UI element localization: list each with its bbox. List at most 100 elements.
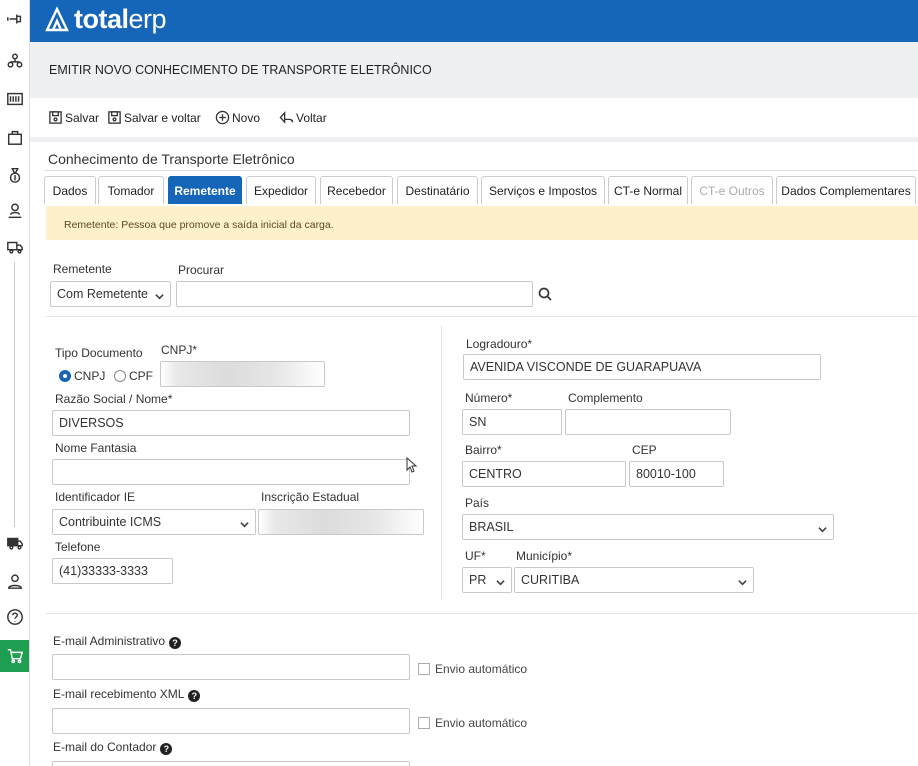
new-button[interactable]: Novo	[215, 110, 260, 125]
title-bar: EMITIR NOVO CONHECIMENTO DE TRANSPORTE E…	[30, 42, 918, 98]
org-icon[interactable]	[0, 48, 29, 74]
procurar-input[interactable]	[176, 281, 533, 307]
logradouro-label: Logradouro*	[466, 337, 533, 351]
procurar-label: Procurar	[178, 263, 225, 277]
chevron-down-icon	[738, 576, 747, 586]
app-logo[interactable]: total erp	[44, 4, 167, 35]
cep-input[interactable]	[629, 461, 724, 487]
back-label: Voltar	[296, 110, 327, 125]
uf-select[interactable]: PR	[462, 567, 512, 593]
logradouro-input[interactable]	[463, 354, 821, 380]
help-icon[interactable]: ?	[188, 690, 201, 702]
numero-input[interactable]	[462, 409, 562, 435]
municipio-value: CURITIBA	[521, 573, 580, 587]
identificador-ie-select[interactable]: Contribuinte ICMS	[52, 509, 256, 535]
tab-cte-normal[interactable]: CT-e Normal	[608, 176, 688, 204]
bag-icon[interactable]	[0, 124, 29, 150]
column-divider	[441, 326, 442, 600]
save-button[interactable]: Salvar	[48, 110, 99, 125]
user-icon[interactable]	[0, 568, 29, 594]
logo-icon	[45, 5, 69, 31]
tab-dados[interactable]: Dados	[44, 176, 96, 204]
bairro-input[interactable]	[462, 461, 626, 487]
municipio-label: Município*	[516, 549, 573, 563]
tab-remetente[interactable]: Remetente	[168, 176, 242, 204]
remetente-label: Remetente	[53, 262, 112, 276]
logo-text-light: erp	[128, 4, 167, 34]
save-icon	[49, 111, 62, 124]
telefone-input[interactable]	[52, 558, 173, 584]
email-admin-label-text: E-mail Administrativo	[53, 634, 166, 648]
radio-dot	[114, 370, 126, 382]
radio-cpf[interactable]: CPF	[114, 369, 153, 383]
tab-destinatario[interactable]: Destinatário	[397, 176, 478, 204]
identificador-ie-label: Identificador IE	[55, 490, 136, 504]
chevron-down-icon	[155, 290, 164, 300]
pais-value: BRASIL	[469, 520, 514, 534]
save-back-button[interactable]: Salvar e voltar	[107, 110, 201, 125]
truck-icon[interactable]	[0, 530, 29, 556]
top-bar: total erp	[30, 0, 918, 42]
checkbox-box	[418, 663, 430, 675]
razao-social-input[interactable]	[52, 410, 410, 436]
uf-label: UF*	[465, 549, 486, 563]
municipio-select[interactable]: CURITIBA	[514, 567, 754, 593]
envio-auto-label: Envio automático	[435, 662, 528, 676]
radio-cnpj[interactable]: CNPJ	[59, 369, 105, 383]
help-circle-icon[interactable]	[0, 604, 29, 630]
section-title: Conhecimento de Transporte Eletrônico	[48, 151, 295, 167]
tab-tomador[interactable]: Tomador	[98, 176, 164, 204]
money-bag-icon[interactable]	[0, 162, 29, 188]
chevron-down-icon	[240, 518, 249, 528]
help-icon[interactable]: ?	[169, 637, 182, 649]
back-button[interactable]: Voltar	[279, 110, 327, 125]
complemento-input[interactable]	[565, 409, 731, 435]
notice-text: Remetente: Pessoa que promove a saída in…	[64, 219, 334, 231]
save-label: Salvar	[65, 110, 100, 125]
razao-social-label: Razão Social / Nome*	[55, 392, 173, 406]
pin-icon[interactable]	[0, 6, 29, 32]
tab-cte-outros: CT-e Outros	[691, 176, 773, 204]
email-contador-label-text: E-mail do Contador	[53, 740, 157, 754]
tab-recebedor[interactable]: Recebedor	[320, 176, 393, 204]
envio-auto-xml-checkbox[interactable]: Envio automático	[418, 716, 527, 730]
identificador-ie-value: Contribuinte ICMS	[59, 515, 162, 529]
tab-servicos-impostos[interactable]: Serviços e Impostos	[481, 176, 605, 204]
email-admin-input[interactable]	[52, 654, 410, 680]
cep-label: CEP	[632, 443, 657, 457]
tab-dados-complementares[interactable]: Dados Complementares	[776, 176, 916, 204]
pais-label: País	[465, 496, 490, 510]
truck-box-icon[interactable]	[0, 234, 29, 260]
tab-expedidor[interactable]: Expedidor	[246, 176, 316, 204]
telefone-label: Telefone	[55, 540, 101, 554]
cnpj-label: CNPJ*	[161, 343, 198, 357]
save-back-label: Salvar e voltar	[124, 110, 201, 125]
nome-fantasia-input[interactable]	[52, 459, 410, 485]
tipo-documento-label: Tipo Documento	[55, 346, 143, 360]
remetente-value: Com Remetente	[57, 287, 149, 301]
checkbox-box	[418, 717, 430, 729]
bairro-label: Bairro*	[465, 443, 502, 457]
uf-value: PR	[469, 573, 487, 587]
cart-icon[interactable]	[0, 640, 29, 672]
email-xml-label-text: E-mail recebimento XML	[53, 687, 185, 701]
email-contador-input[interactable]	[52, 761, 410, 766]
new-label: Novo	[232, 110, 261, 125]
help-icon[interactable]: ?	[160, 743, 173, 755]
section-divider	[44, 170, 918, 171]
barcode-icon[interactable]	[0, 86, 29, 112]
left-rail	[0, 0, 30, 766]
chevron-down-icon	[496, 576, 505, 586]
envio-auto-admin-checkbox[interactable]: Envio automático	[418, 662, 527, 676]
numero-label: Número*	[465, 391, 513, 405]
pais-select[interactable]: BRASIL	[462, 514, 834, 540]
inscricao-estadual-input[interactable]	[258, 509, 424, 535]
email-admin-label: E-mail Administrativo?	[53, 634, 182, 649]
back-arrow-icon	[279, 111, 294, 124]
remetente-select[interactable]: Com Remetente	[50, 281, 171, 307]
email-xml-input[interactable]	[52, 708, 410, 734]
save-icon	[108, 111, 121, 124]
cnpj-input[interactable]	[160, 361, 325, 387]
search-icon[interactable]	[538, 287, 552, 301]
person-badge-icon[interactable]	[0, 198, 29, 224]
